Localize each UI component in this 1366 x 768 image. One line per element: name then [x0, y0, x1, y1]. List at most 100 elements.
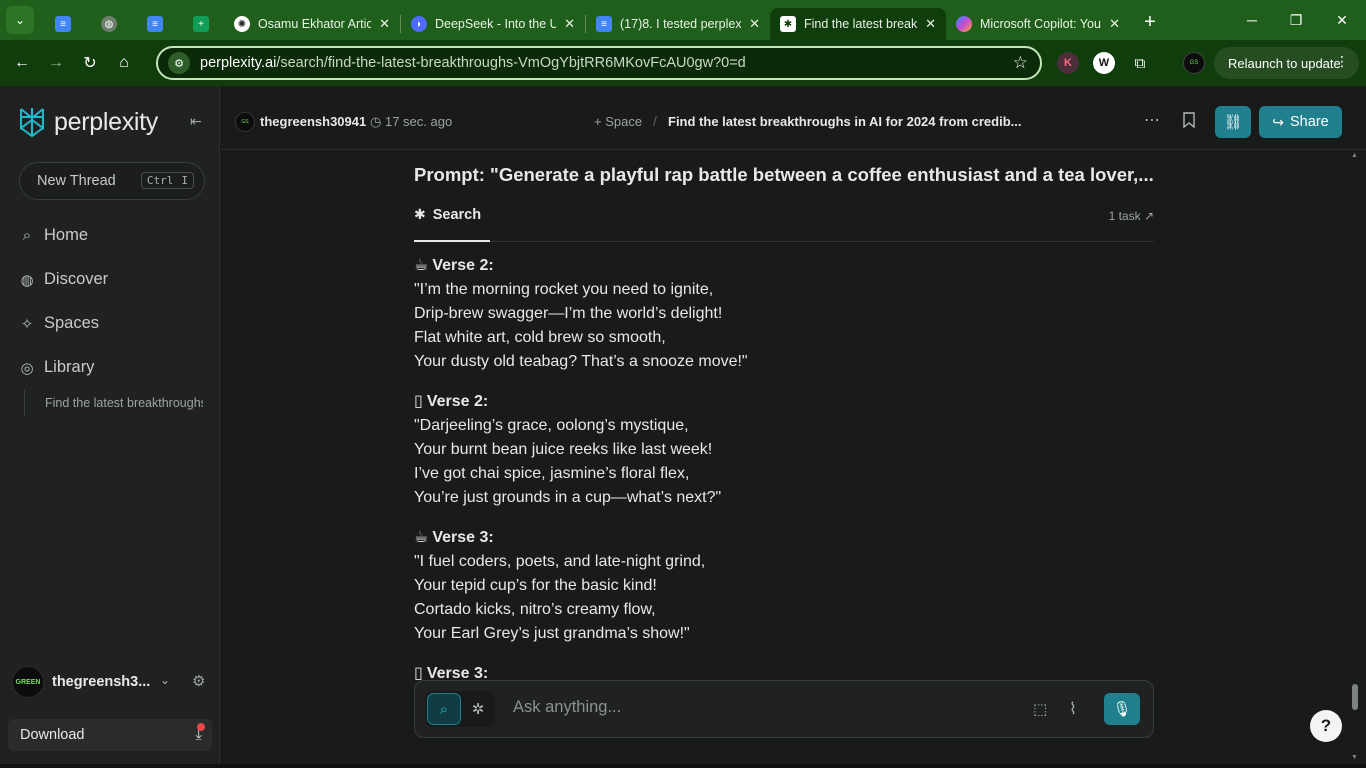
- verse-line: Your Earl Grey’s just grandma’s show!": [414, 625, 690, 642]
- verse-line: I’ve got chai spice, jasmine’s floral fl…: [414, 465, 690, 482]
- voice-mode-button[interactable]: 🎙: [1104, 693, 1140, 725]
- thread-header: GS thegreensh30941 ◷ 17 sec. ago + Space…: [221, 86, 1366, 150]
- collapse-sidebar-icon[interactable]: ⇤: [190, 113, 210, 133]
- sidebar: perplexity ⇤ New Thread Ctrl I ⌕ Home ◍ …: [0, 86, 220, 768]
- chevron-down-icon: ⌄: [14, 13, 26, 27]
- tab-search-button[interactable]: ⌄: [6, 6, 34, 34]
- tab-title: Microsoft Copilot: You: [980, 17, 1101, 31]
- answer-body: ☕ Verse 2: "I’m the morning rocket you ne…: [414, 254, 1154, 702]
- verse-line: Your tepid cup’s for the basic kind!: [414, 577, 657, 594]
- download-button[interactable]: Download ⤓: [8, 719, 212, 751]
- sidebar-item-spaces[interactable]: ✧ Spaces: [18, 314, 99, 333]
- extension-k-icon[interactable]: K: [1057, 52, 1079, 74]
- tab-title: Osamu Ekhator Articl: [258, 17, 372, 31]
- verse-heading-text: Verse 2:: [426, 393, 489, 410]
- timestamp: ◷ 17 sec. ago: [370, 114, 452, 130]
- verse-line: "I’m the morning rocket you need to igni…: [414, 281, 714, 298]
- tab-osamu[interactable]: ✺ Osamu Ekhator Articl ✕: [224, 8, 400, 40]
- more-horizontal-icon[interactable]: ⋯: [1144, 110, 1160, 130]
- shortcut-key-i: I: [181, 174, 188, 187]
- share-button[interactable]: ↪ Share: [1259, 106, 1342, 138]
- close-icon[interactable]: ✕: [564, 16, 575, 32]
- home-button[interactable]: ⌂: [107, 46, 141, 80]
- model-chip-icon[interactable]: ⬚: [1033, 700, 1047, 718]
- perplexity-logo[interactable]: perplexity: [18, 106, 158, 138]
- sidebar-item-label: Spaces: [44, 314, 100, 332]
- reload-button[interactable]: ↻: [73, 46, 107, 80]
- scroll-up-arrow[interactable]: ▲: [1351, 152, 1358, 159]
- relaunch-button[interactable]: Relaunch to update ⋮: [1214, 47, 1359, 79]
- tab-pinned-docs-1[interactable]: ≡: [40, 8, 86, 40]
- google-docs-icon: ≡: [596, 16, 612, 32]
- tab-search[interactable]: ✱ Search: [414, 206, 481, 223]
- library-tree-line: [24, 390, 25, 416]
- search-mode-button[interactable]: ⌕: [427, 693, 461, 725]
- download-label: Download: [20, 727, 85, 743]
- tab-perplexity-active[interactable]: ✱ Find the latest breakth ✕: [770, 8, 946, 40]
- google-docs-icon: ≡: [147, 16, 163, 32]
- close-icon[interactable]: ✕: [925, 16, 936, 32]
- new-tab-button[interactable]: +: [1136, 8, 1164, 36]
- new-thread-label: New Thread: [37, 173, 116, 189]
- avatar: GREEN: [12, 666, 44, 698]
- chatgpt-icon: ✺: [234, 16, 250, 32]
- browser-toolbar: ← → ↻ ⌂ ⚙ perplexity.ai/search/find-the-…: [0, 40, 1366, 86]
- coffee-icon: ☕: [414, 257, 429, 274]
- query-heading: Prompt: "Generate a playful rap battle b…: [414, 164, 1154, 185]
- bookmark-icon[interactable]: [1182, 112, 1196, 128]
- extensions-puzzle-icon[interactable]: ⧉: [1129, 52, 1151, 74]
- minimize-button[interactable]: ─: [1228, 0, 1276, 40]
- chevron-down-icon[interactable]: ⌄: [160, 673, 170, 687]
- tab-pinned-sheets[interactable]: +: [178, 8, 224, 40]
- sidebar-item-label: Home: [44, 226, 89, 244]
- verse-heading: ☕ Verse 3:: [414, 526, 1154, 550]
- tab-tested-perplexity[interactable]: ≡ (17)8. I tested perplex ✕: [586, 8, 770, 40]
- taskbar-edge: [0, 764, 1366, 768]
- url-domain: perplexity.ai: [200, 55, 277, 71]
- ask-input[interactable]: [513, 698, 1013, 717]
- help-button[interactable]: ?: [1310, 710, 1342, 742]
- close-icon[interactable]: ✕: [379, 16, 390, 32]
- back-button[interactable]: ←: [5, 46, 39, 80]
- tab-copilot[interactable]: Microsoft Copilot: You ✕: [946, 8, 1130, 40]
- paperclip-icon[interactable]: ⌇: [1069, 699, 1077, 719]
- sidebar-item-home[interactable]: ⌕ Home: [18, 226, 88, 245]
- plus-icon: +: [1144, 10, 1156, 33]
- tab-deepseek[interactable]: ◗ DeepSeek - Into the U ✕: [401, 8, 585, 40]
- new-thread-button[interactable]: New Thread Ctrl I: [19, 162, 205, 200]
- restore-icon: ❐: [1289, 11, 1303, 28]
- extension-w-icon[interactable]: W: [1093, 52, 1115, 74]
- copy-link-button[interactable]: ⛓: [1215, 106, 1251, 138]
- close-icon[interactable]: ✕: [749, 16, 760, 32]
- site-settings-icon[interactable]: ⚙: [168, 52, 190, 74]
- restore-button[interactable]: ❐: [1272, 0, 1320, 40]
- close-icon[interactable]: ✕: [1109, 16, 1120, 32]
- library-thread-item[interactable]: Find the latest breakthroughs in AI for …: [45, 396, 203, 410]
- verse-line: Your dusty old teabag? That’s a snooze m…: [414, 353, 748, 370]
- author-name: thegreensh30941: [260, 114, 367, 129]
- user-menu[interactable]: GREEN thegreensh3... ⌄ ⚙: [12, 666, 212, 698]
- forward-button[interactable]: →: [39, 46, 73, 80]
- reasoning-icon: ✲: [471, 701, 485, 718]
- sidebar-item-library[interactable]: ◎ Library: [18, 358, 94, 377]
- tab-pinned-docs-2[interactable]: ≡: [132, 8, 178, 40]
- profile-avatar[interactable]: GS: [1183, 52, 1205, 74]
- reasoning-mode-button[interactable]: ✲: [463, 693, 493, 725]
- address-bar[interactable]: ⚙ perplexity.ai/search/find-the-latest-b…: [156, 46, 1042, 80]
- scrollbar-thumb[interactable]: [1352, 684, 1358, 710]
- tab-pinned-globe[interactable]: ◍: [86, 8, 132, 40]
- bookmark-star-icon[interactable]: ☆: [1013, 53, 1028, 73]
- add-space-button[interactable]: + Space: [594, 114, 642, 129]
- gear-icon[interactable]: ⚙: [192, 672, 205, 690]
- tab-title: (17)8. I tested perplex: [620, 17, 742, 31]
- tab-title: Find the latest breakth: [804, 17, 918, 31]
- arrow-left-icon: ←: [14, 54, 30, 71]
- scroll-down-arrow[interactable]: ▼: [1351, 754, 1358, 761]
- reload-icon: ↻: [83, 55, 97, 72]
- share-label: Share: [1290, 114, 1329, 130]
- close-window-button[interactable]: ✕: [1318, 0, 1366, 40]
- sidebar-item-discover[interactable]: ◍ Discover: [18, 270, 108, 289]
- task-count-link[interactable]: 1 task ↗: [1109, 209, 1154, 223]
- search-icon: ⌕: [439, 700, 449, 718]
- minimize-icon: ─: [1247, 12, 1257, 28]
